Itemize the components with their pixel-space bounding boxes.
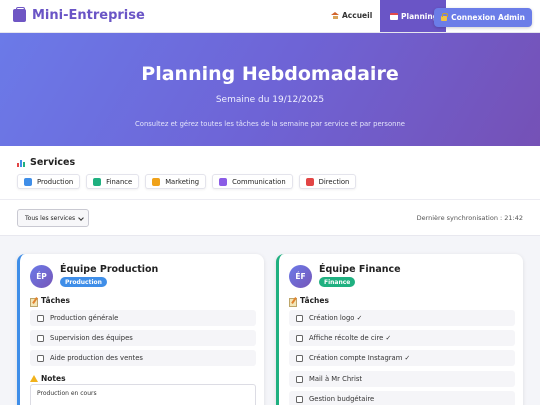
service-chip-production[interactable]: Production bbox=[17, 174, 81, 189]
service-chip-finance[interactable]: Finance bbox=[86, 174, 140, 189]
color-swatch bbox=[93, 177, 102, 186]
task-label: Création logo ✓ bbox=[309, 314, 363, 322]
task-label: Création compte Instagram ✓ bbox=[309, 354, 411, 362]
service-chip-label: Direction bbox=[318, 177, 350, 186]
admin-login-label: Connexion Admin bbox=[451, 13, 525, 22]
task-label: Production générale bbox=[50, 314, 119, 322]
service-filter-value: Tous les services bbox=[25, 214, 76, 222]
services-section: Services Production Finance Marketing Co… bbox=[0, 146, 540, 200]
task-label: Mail à Mr Christ bbox=[309, 375, 363, 383]
nav-link-label: Planning bbox=[401, 11, 439, 21]
team-name: Équipe Production bbox=[60, 264, 159, 275]
color-swatch bbox=[219, 177, 228, 186]
task-checkbox[interactable] bbox=[296, 314, 303, 322]
brand-name: Mini-Entreprise bbox=[32, 8, 145, 23]
memo-icon bbox=[30, 297, 38, 307]
nav-link-label: Accueil bbox=[342, 11, 373, 20]
color-swatch bbox=[24, 177, 32, 186]
service-chip-direction[interactable]: Direction bbox=[298, 174, 357, 189]
task-item[interactable]: Production générale bbox=[30, 310, 256, 326]
memo-icon bbox=[289, 297, 297, 307]
task-item[interactable]: Gestion budgétaire bbox=[289, 391, 515, 405]
team-name: Équipe Finance bbox=[319, 264, 401, 275]
team-badge: Finance bbox=[319, 277, 356, 287]
nav-link-accueil[interactable]: Accueil bbox=[331, 11, 372, 20]
chevron-down-icon bbox=[78, 215, 84, 221]
service-chips: Production Finance Marketing Communicati… bbox=[17, 174, 357, 189]
avatar: ÉP bbox=[30, 265, 53, 288]
brand[interactable]: Mini-Entreprise bbox=[13, 7, 145, 23]
task-label: Supervision des équipes bbox=[50, 334, 133, 342]
task-checkbox[interactable] bbox=[37, 354, 44, 362]
notes-textarea[interactable]: Production en cours bbox=[30, 384, 256, 405]
task-checkbox[interactable] bbox=[296, 375, 303, 383]
page-title: Planning Hebdomadaire bbox=[141, 63, 399, 85]
tasks-heading: Tâches bbox=[30, 296, 70, 307]
task-item[interactable]: Affiche récolte de cire ✓ bbox=[289, 330, 515, 346]
task-item[interactable]: Aide production des ventes bbox=[30, 350, 256, 366]
services-title: Services bbox=[17, 157, 75, 168]
warning-icon bbox=[30, 375, 38, 382]
task-label: Affiche récolte de cire ✓ bbox=[309, 334, 392, 342]
task-checkbox[interactable] bbox=[296, 395, 303, 403]
bar-chart-icon bbox=[17, 159, 26, 167]
service-filter-select[interactable]: Tous les services bbox=[17, 209, 89, 227]
task-checkbox[interactable] bbox=[296, 354, 303, 362]
briefcase-icon bbox=[13, 7, 26, 22]
tasks-heading: Tâches bbox=[289, 296, 329, 307]
task-item[interactable]: Supervision des équipes bbox=[30, 330, 256, 346]
lock-icon bbox=[441, 13, 449, 21]
admin-login-button[interactable]: Connexion Admin bbox=[434, 8, 532, 27]
task-checkbox[interactable] bbox=[37, 314, 44, 322]
tasks-heading-text: Tâches bbox=[300, 296, 329, 305]
week-label: Semaine du 19/12/2025 bbox=[215, 95, 325, 105]
tasks-heading-text: Tâches bbox=[41, 296, 70, 305]
service-chip-label: Production bbox=[37, 177, 74, 186]
filter-bar: Tous les services Dernière synchronisati… bbox=[0, 200, 540, 236]
task-checkbox[interactable] bbox=[296, 334, 303, 342]
service-chip-label: Finance bbox=[106, 177, 133, 186]
avatar: ÉF bbox=[289, 265, 312, 288]
top-navigation-bar: Mini-Entreprise Accueil Planning Connexi… bbox=[0, 0, 540, 33]
team-card-finance: ÉF Équipe Finance Finance Tâches Créatio… bbox=[276, 254, 523, 405]
service-chip-marketing[interactable]: Marketing bbox=[145, 174, 207, 189]
last-sync-text: Dernière synchronisation : 21:42 bbox=[416, 214, 523, 222]
services-title-text: Services bbox=[30, 157, 76, 168]
task-item[interactable]: Mail à Mr Christ bbox=[289, 371, 515, 387]
notes-heading: Notes bbox=[30, 374, 66, 383]
task-item[interactable]: Création compte Instagram ✓ bbox=[289, 350, 515, 366]
notes-heading-text: Notes bbox=[41, 374, 66, 383]
hero-subtitle: Consultez et gérez toutes les tâches de … bbox=[135, 120, 405, 128]
calendar-icon bbox=[390, 12, 398, 20]
service-chip-label: Marketing bbox=[165, 177, 200, 186]
task-label: Gestion budgétaire bbox=[309, 395, 375, 403]
color-swatch bbox=[152, 177, 161, 186]
task-checkbox[interactable] bbox=[37, 334, 44, 342]
service-chip-label: Communication bbox=[232, 177, 286, 186]
hero-banner: Planning Hebdomadaire Semaine du 19/12/2… bbox=[0, 33, 540, 146]
task-label: Aide production des ventes bbox=[50, 354, 143, 362]
service-chip-communication[interactable]: Communication bbox=[212, 174, 293, 189]
home-icon bbox=[331, 12, 339, 19]
team-badge: Production bbox=[60, 277, 107, 287]
task-item[interactable]: Création logo ✓ bbox=[289, 310, 515, 326]
team-card-production: ÉP Équipe Production Production Tâches P… bbox=[17, 254, 264, 405]
color-swatch bbox=[305, 177, 314, 186]
